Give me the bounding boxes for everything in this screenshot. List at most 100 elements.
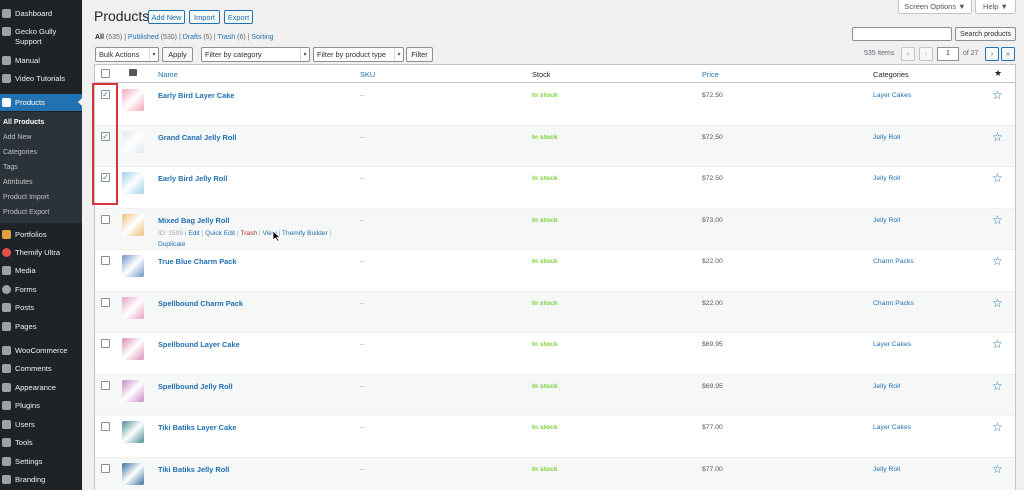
prev-page-button[interactable]: ‹ (919, 47, 933, 61)
bulk-actions-select[interactable]: Bulk Actions ▾ (95, 47, 159, 62)
product-name-link[interactable]: Grand Canal Jelly Roll (158, 133, 236, 142)
featured-star-icon[interactable]: ☆ (992, 130, 1003, 144)
submenu-all-products[interactable]: All Products (3, 119, 44, 126)
featured-star-icon[interactable]: ☆ (992, 213, 1003, 227)
menu-media[interactable]: Media (0, 262, 82, 279)
product-category-link[interactable]: Jelly Roll (873, 466, 900, 473)
featured-star-icon[interactable]: ☆ (992, 88, 1003, 102)
product-category-link[interactable]: Jelly Roll (873, 383, 900, 390)
row-checkbox[interactable] (101, 422, 110, 431)
category-filter-select[interactable]: Filter by category ▾ (201, 47, 310, 62)
submenu-add-new[interactable]: Add New (3, 134, 31, 141)
row-checkbox[interactable] (101, 380, 110, 390)
featured-star-icon[interactable]: ★ (994, 68, 1002, 79)
menu-manual[interactable]: Manual (0, 52, 82, 69)
menu-woocommerce[interactable]: WooCommerce (0, 342, 82, 359)
menu-comments[interactable]: Comments (0, 360, 82, 377)
menu-pages[interactable]: Pages (0, 318, 82, 335)
menu-posts[interactable]: Posts (0, 299, 82, 316)
submenu-attributes[interactable]: Attributes (3, 179, 33, 186)
submenu-product-export[interactable]: Product Export (3, 209, 49, 216)
row-checkbox[interactable] (101, 214, 110, 224)
product-category-link[interactable]: Layer Cakes (873, 92, 911, 99)
product-category-link[interactable]: Jelly Roll (873, 217, 900, 224)
product-category-link[interactable]: Jelly Roll (873, 175, 900, 182)
menu-products[interactable]: Products (0, 94, 82, 111)
export-button[interactable]: Export (224, 10, 253, 24)
import-button[interactable]: Import (189, 10, 220, 24)
trash-link[interactable]: Trash (240, 230, 257, 237)
product-name-link[interactable]: Tiki Batiks Jelly Roll (158, 465, 229, 474)
screen-options-tab[interactable]: Screen Options ▼ (898, 0, 972, 14)
product-name-link[interactable]: Early Bird Layer Cake (158, 91, 234, 100)
help-tab[interactable]: Help ▼ (975, 0, 1016, 14)
product-name-link[interactable]: Early Bird Jelly Roll (158, 174, 227, 183)
filter-all[interactable]: All (95, 34, 104, 41)
featured-star-icon[interactable]: ☆ (992, 254, 1003, 268)
menu-forms[interactable]: Forms (0, 281, 82, 298)
product-name-link[interactable]: Spellbound Charm Pack (158, 299, 243, 308)
submenu-tags[interactable]: Tags (3, 164, 18, 171)
menu-video-tutorials[interactable]: Video Tutorials (0, 70, 82, 87)
product-thumbnail[interactable] (122, 255, 144, 277)
product-thumbnail[interactable] (122, 338, 144, 360)
menu-branding[interactable]: Branding (0, 471, 82, 488)
select-all-checkbox[interactable] (101, 69, 110, 78)
menu-portfolios[interactable]: Portfolios (0, 226, 82, 243)
row-checkbox[interactable]: ✓ (101, 90, 110, 99)
featured-star-icon[interactable]: ☆ (992, 171, 1003, 185)
product-type-filter-select[interactable]: Filter by product type ▾ (313, 47, 404, 62)
search-input[interactable] (852, 27, 952, 41)
add-new-button[interactable]: Add New (148, 10, 185, 24)
last-page-button[interactable]: » (1001, 47, 1015, 61)
menu-themify-ultra[interactable]: Themify Ultra (0, 244, 82, 261)
edit-link[interactable]: Edit (188, 230, 199, 237)
row-checkbox[interactable] (101, 256, 110, 265)
search-products-button[interactable]: Search products (955, 27, 1016, 41)
featured-star-icon[interactable]: ☆ (992, 296, 1003, 310)
featured-star-icon[interactable]: ☆ (992, 462, 1003, 476)
submenu-product-import[interactable]: Product Import (3, 194, 49, 201)
product-name-link[interactable]: Tiki Batiks Layer Cake (158, 423, 236, 432)
product-thumbnail[interactable] (122, 89, 144, 111)
row-checkbox[interactable] (101, 339, 110, 348)
apply-button[interactable]: Apply (162, 47, 193, 62)
row-checkbox[interactable] (101, 297, 110, 307)
current-page-input[interactable]: 1 (937, 47, 959, 61)
filter-trash[interactable]: Trash (218, 34, 236, 41)
submenu-categories[interactable]: Categories (3, 149, 37, 156)
product-category-link[interactable]: Charm Packs (873, 300, 914, 307)
product-name-link[interactable]: Spellbound Jelly Roll (158, 382, 233, 391)
menu-users[interactable]: Users (0, 416, 82, 433)
duplicate-link[interactable]: Duplicate (158, 241, 186, 248)
column-price[interactable]: Price (702, 70, 719, 79)
featured-star-icon[interactable]: ☆ (992, 379, 1003, 393)
product-thumbnail[interactable] (122, 296, 144, 319)
featured-star-icon[interactable]: ☆ (992, 420, 1003, 434)
product-category-link[interactable]: Layer Cakes (873, 341, 911, 348)
product-category-link[interactable]: Charm Packs (873, 258, 914, 265)
menu-gecko-support[interactable]: Gecko Gully Support (0, 25, 82, 51)
first-page-button[interactable]: « (901, 47, 915, 61)
product-thumbnail[interactable] (122, 130, 144, 153)
product-category-link[interactable]: Layer Cakes (873, 424, 911, 431)
filter-sorting[interactable]: Sorting (251, 34, 273, 41)
product-category-link[interactable]: Jelly Roll (873, 134, 900, 141)
row-checkbox[interactable]: ✓ (101, 173, 110, 182)
column-name[interactable]: Name (158, 70, 178, 79)
product-name-link[interactable]: Spellbound Layer Cake (158, 340, 240, 349)
menu-dashboard[interactable]: Dashboard (0, 5, 82, 22)
filter-drafts[interactable]: Drafts (183, 34, 202, 41)
menu-settings[interactable]: Settings (0, 453, 82, 470)
themify-builder-link[interactable]: Themify Builder (282, 230, 328, 237)
product-thumbnail[interactable] (122, 213, 144, 236)
filter-published[interactable]: Published (128, 34, 159, 41)
row-checkbox[interactable]: ✓ (101, 131, 110, 141)
menu-tools[interactable]: Tools (0, 434, 82, 451)
row-checkbox[interactable] (101, 463, 110, 473)
next-page-button[interactable]: › (985, 47, 999, 61)
product-thumbnail[interactable] (122, 379, 144, 402)
product-name-link[interactable]: True Blue Charm Pack (158, 257, 236, 266)
product-name-link[interactable]: Mixed Bag Jelly Roll (158, 216, 229, 225)
product-thumbnail[interactable] (122, 172, 144, 194)
